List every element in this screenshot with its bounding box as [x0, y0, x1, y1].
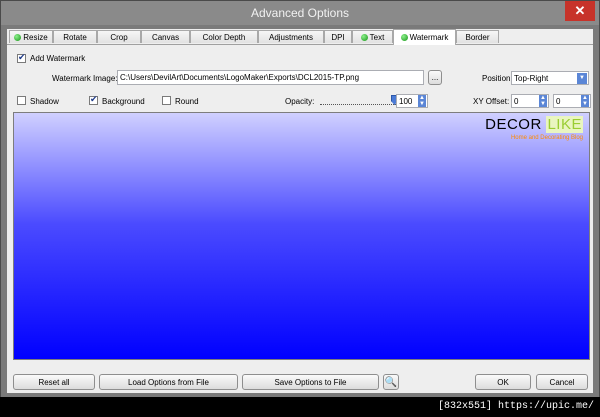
round-label: Round: [175, 97, 199, 106]
opacity-value: 100: [399, 97, 413, 106]
spin-arrows-icon[interactable]: ▲ ▼: [581, 95, 589, 107]
spin-arrows-icon[interactable]: ▲ ▼: [418, 95, 426, 107]
opacity-label: Opacity:: [285, 97, 315, 106]
spin-arrows-icon[interactable]: ▲ ▼: [539, 95, 547, 107]
watermark-image-path-input[interactable]: C:\Users\DevilArt\Documents\LogoMaker\Ex…: [117, 70, 424, 85]
status-dot-icon: [360, 33, 368, 41]
tab-crop[interactable]: Crop: [97, 30, 141, 43]
window-title: Advanced Options: [250, 6, 350, 20]
watermark-image-label: Watermark Image:: [52, 74, 118, 83]
cancel-button[interactable]: Cancel: [536, 374, 588, 390]
tab-resize[interactable]: Resize: [9, 30, 53, 43]
tab-dpi[interactable]: DPI: [324, 30, 352, 43]
save-options-button[interactable]: Save Options to File: [242, 374, 379, 390]
tab-rotate[interactable]: Rotate: [53, 30, 97, 43]
dialog-body: Resize Rotate Crop Canvas Color Depth Ad…: [7, 29, 593, 393]
footer-text: [832x551] https://upic.me/: [437, 401, 594, 412]
position-value: Top-Right: [514, 74, 549, 83]
reset-all-button[interactable]: Reset all: [13, 374, 95, 390]
round-checkbox[interactable]: [162, 96, 171, 105]
logo-tagline: Home and Decorating Blog: [510, 135, 583, 141]
x-offset-spinbox[interactable]: 0 ▲ ▼: [511, 94, 549, 108]
status-dot-icon: [14, 33, 22, 41]
logo-word-decor: DECOR: [485, 116, 542, 133]
add-watermark-label: Add Watermark: [30, 54, 86, 63]
background-label: Background: [102, 97, 145, 106]
watermark-logo: DECOR LIKE Home and Decorating Blog: [485, 116, 583, 141]
y-offset-value: 0: [556, 97, 561, 106]
shadow-label: Shadow: [30, 97, 59, 106]
logo-word-like: LIKE: [546, 116, 583, 133]
advanced-options-window: Advanced Options ✕ Resize Rotate Crop Ca…: [0, 0, 600, 398]
tab-color-depth[interactable]: Color Depth: [190, 30, 258, 43]
y-offset-spinbox[interactable]: 0 ▲ ▼: [553, 94, 591, 108]
position-select[interactable]: Top-Right ▼: [511, 71, 589, 85]
tab-watermark[interactable]: Watermark: [393, 29, 456, 45]
chevron-down-icon: ▼: [577, 73, 587, 84]
image-host-footer: [832x551] https://upic.me/: [0, 397, 600, 417]
tab-text[interactable]: Text: [352, 30, 393, 43]
slider-track: [320, 104, 400, 105]
browse-button[interactable]: ...: [428, 70, 442, 85]
add-watermark-checkbox[interactable]: [17, 52, 26, 63]
background-checkbox[interactable]: [89, 94, 98, 105]
tab-strip: Resize Rotate Crop Canvas Color Depth Ad…: [7, 29, 593, 45]
opacity-spinbox[interactable]: 100 ▲ ▼: [396, 94, 428, 108]
load-options-button[interactable]: Load Options from File: [99, 374, 238, 390]
position-label: Position:: [482, 74, 513, 83]
close-button[interactable]: ✕: [565, 1, 595, 21]
xy-offset-label: XY Offset:: [473, 97, 510, 106]
status-dot-icon: [400, 34, 408, 41]
tab-adjustments[interactable]: Adjustments: [258, 30, 324, 43]
x-offset-value: 0: [514, 97, 519, 106]
tab-border[interactable]: Border: [456, 30, 499, 43]
opacity-slider[interactable]: [320, 95, 400, 107]
shadow-checkbox[interactable]: [17, 96, 26, 105]
ok-button[interactable]: OK: [475, 374, 531, 390]
tab-canvas[interactable]: Canvas: [141, 30, 190, 43]
preview-button[interactable]: 🔍: [383, 374, 399, 390]
magnifier-icon: 🔍: [384, 376, 398, 388]
watermark-preview-area: DECOR LIKE Home and Decorating Blog: [13, 112, 590, 360]
title-bar[interactable]: Advanced Options ✕: [1, 1, 599, 25]
